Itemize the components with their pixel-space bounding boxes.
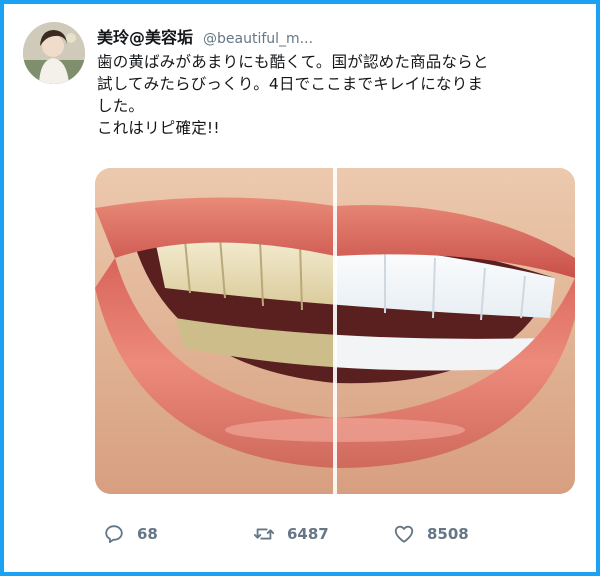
like-count: 8508 [427,525,469,543]
like-button[interactable]: 8508 [393,523,469,545]
user-handle[interactable]: @beautiful_m... [203,31,313,47]
reply-count: 68 [137,525,158,543]
tweet-text-line: した。 [97,97,145,115]
tweet-text: 歯の黄ばみがあまりにも酷くて。国が認めた商品ならと 試してみたらびっくり。4日で… [97,51,577,139]
tweet-header: 美玲@美容垢 @beautiful_m... [97,24,313,48]
display-name[interactable]: 美玲@美容垢 [97,24,193,48]
tweet-text-line: これはリピ確定!! [97,119,220,137]
teeth-before-after-photo [95,168,575,494]
tweet-text-line: 歯の黄ばみがあまりにも酷くて。国が認めた商品ならと [97,53,489,71]
tweet-actions: 68 6487 8508 [103,522,469,546]
tweet-media-photo[interactable] [95,168,575,494]
retweet-button[interactable]: 6487 [253,523,393,545]
retweet-icon [253,528,275,540]
heart-icon [394,525,414,543]
avatar[interactable] [23,22,85,84]
retweet-count: 6487 [287,525,329,543]
reply-icon [105,525,123,544]
tweet-card: 美玲@美容垢 @beautiful_m... 歯の黄ばみがあまりにも酷くて。国が… [4,4,596,572]
tweet-text-line: 試してみたらびっくり。4日でここまでキレイになりま [97,75,484,93]
reply-button[interactable]: 68 [103,523,253,545]
